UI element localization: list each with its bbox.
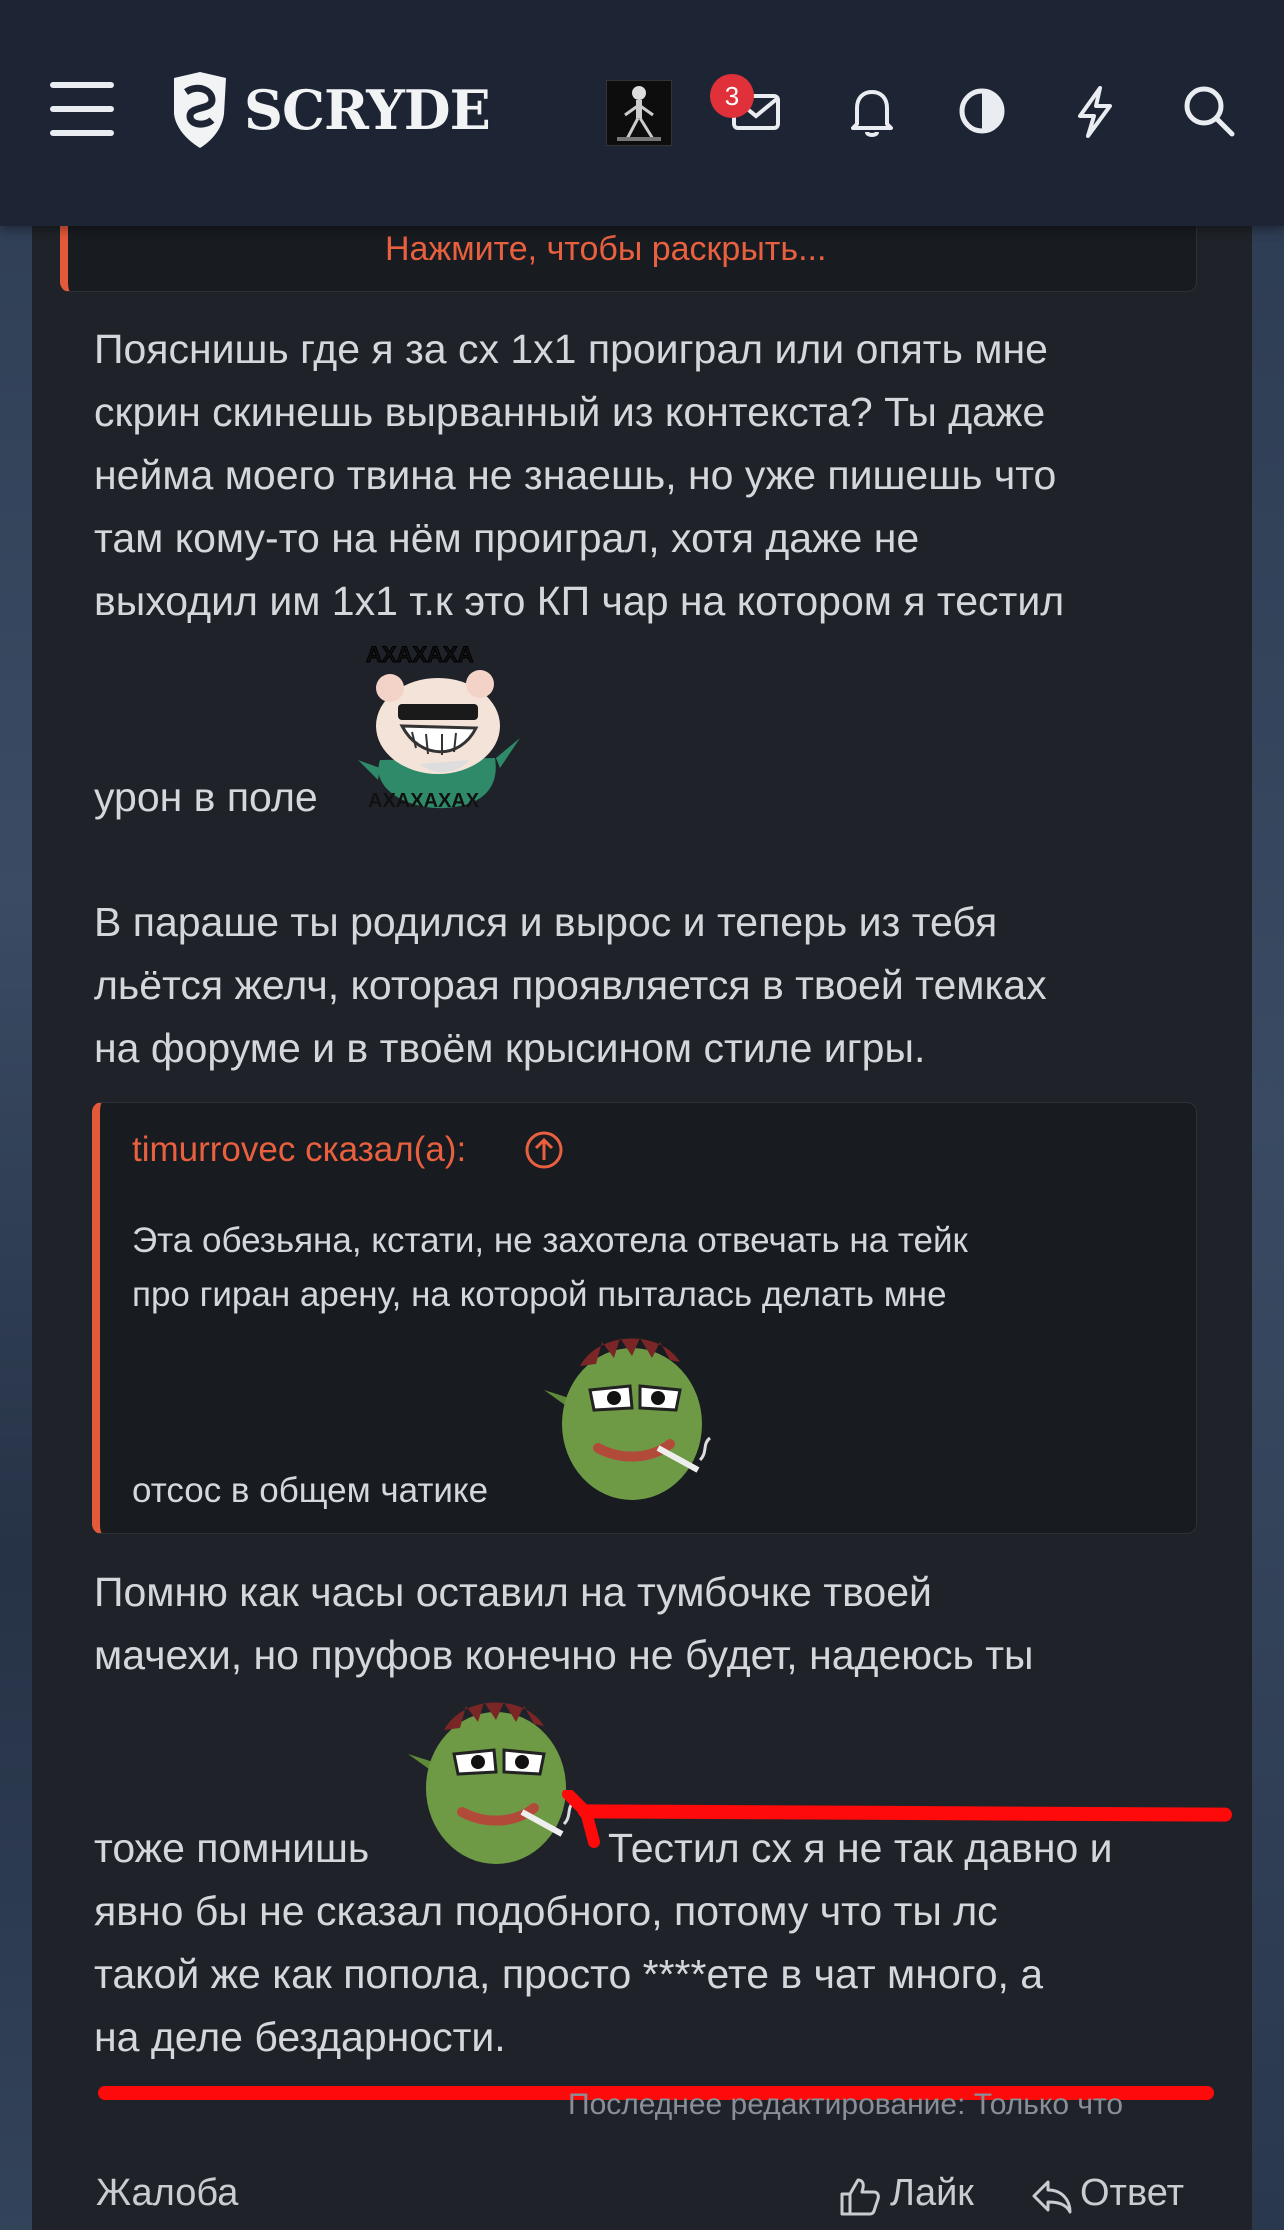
bell-icon[interactable]: [843, 82, 901, 140]
menu-icon[interactable]: [50, 82, 114, 136]
report-link[interactable]: Жалоба: [96, 2172, 238, 2215]
scryde-logo[interactable]: SCRYDE: [168, 70, 491, 154]
post-text-line: Помню как часы оставил на тумбочке твоей: [94, 1569, 932, 1615]
laughing-hamster-sticker: АХАХАХА АХАХАХАХ: [350, 640, 530, 820]
post-text-line: скрин скинешь вырванный из контекста? Ты…: [94, 389, 1046, 435]
post-text-line: выходил им 1х1 т.к это КП чар на котором…: [94, 578, 1065, 624]
user-avatar[interactable]: [606, 80, 672, 146]
post-text-line: нейма моего твина не знаешь, но уже пише…: [94, 452, 1057, 498]
lightning-icon[interactable]: [1066, 82, 1124, 140]
background-right: [1250, 0, 1284, 2230]
contrast-icon[interactable]: [953, 82, 1011, 140]
quote-text-line: Эта обезьяна, кстати, не захотела отвеча…: [132, 1221, 968, 1260]
post-text-line: мачехи, но пруфов конечно не будет, наде…: [94, 1632, 1034, 1678]
messages-badge: 3: [710, 74, 754, 118]
site-header: SCRYDE 3: [0, 0, 1284, 226]
post-text-line: такой же как попола, просто ****ете в ча…: [94, 1951, 1044, 1997]
post-text-line: Тестил сх я не так давно и: [608, 1825, 1113, 1871]
quote-text-line: про гиран арену, на которой пыталась дел…: [132, 1275, 947, 1314]
logo-text: SCRYDE: [244, 78, 491, 142]
post-text-line: льётся желч, которая проявляется в твоей…: [94, 962, 1047, 1008]
background-left: [0, 0, 34, 2230]
post-text-line: на деле бездарности.: [94, 2014, 506, 2060]
like-button[interactable]: Лайк: [890, 2172, 974, 2215]
reply-icon[interactable]: [1030, 2174, 1074, 2218]
post-text-line: на форуме и в твоём крысином стиле игры.: [94, 1025, 926, 1071]
reply-button[interactable]: Ответ: [1080, 2172, 1184, 2215]
post-text-line: В параше ты родился и вырос и теперь из …: [94, 899, 998, 945]
post-text-line: урон в поле: [94, 774, 318, 820]
post-text-line: там кому-то на нём проиграл, хотя даже н…: [94, 515, 920, 561]
post-text-line: тоже помнишь: [94, 1825, 370, 1871]
post-text-line: Пояснишь где я за сх 1х1 проиграл или оп…: [94, 326, 1048, 372]
red-annotation-hook: [562, 1790, 600, 1848]
search-icon[interactable]: [1180, 82, 1238, 140]
edited-note: Последнее редактирование: Только что: [568, 2088, 1124, 2121]
jump-to-quote-icon[interactable]: [524, 1130, 564, 1170]
quote-text-line: отсос в общем чатике: [132, 1471, 489, 1510]
orc-pepe-sticker: [540, 1320, 730, 1510]
thumbs-up-icon[interactable]: [838, 2174, 882, 2218]
post-text-line: явно бы не сказал подобного, потому что …: [94, 1888, 998, 1934]
expand-quote-link[interactable]: Нажмите, чтобы раскрыть...: [385, 230, 826, 269]
quote-author[interactable]: timurrovec сказал(а):: [132, 1130, 466, 1170]
sticker-caption-bottom: АХАХАХАХ: [368, 790, 480, 812]
